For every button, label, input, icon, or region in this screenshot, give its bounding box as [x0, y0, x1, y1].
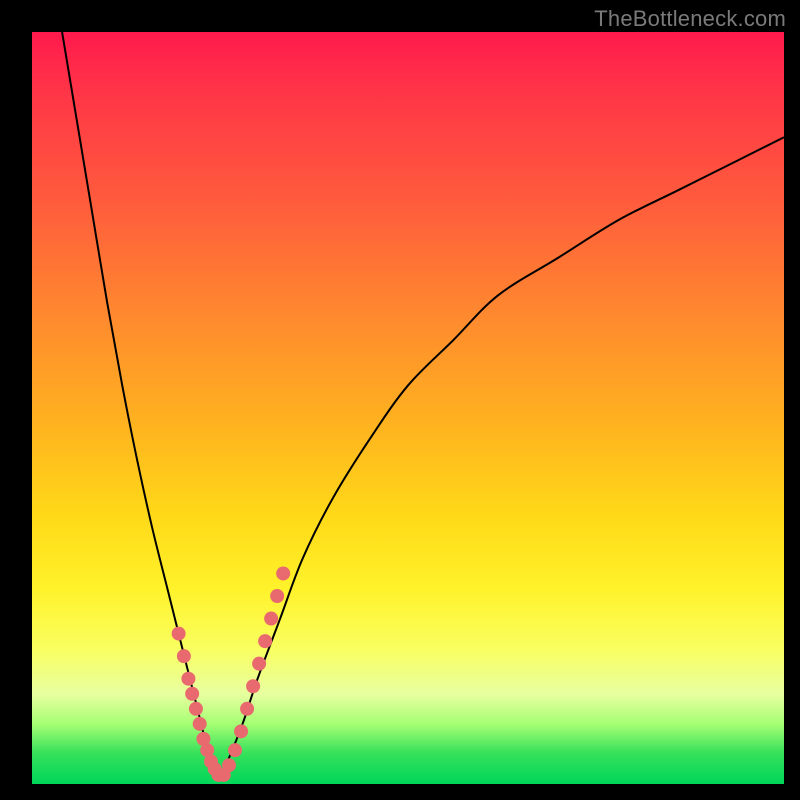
data-dot: [246, 679, 260, 693]
data-dot: [222, 758, 236, 772]
data-dot: [181, 672, 195, 686]
chart-frame: TheBottleneck.com: [0, 0, 800, 800]
watermark-text: TheBottleneck.com: [594, 6, 786, 32]
data-dot: [276, 566, 290, 580]
right-curve: [220, 137, 784, 776]
data-dot: [185, 687, 199, 701]
plot-area: [32, 32, 784, 784]
data-dot: [240, 702, 254, 716]
data-dot: [228, 743, 242, 757]
data-dot: [234, 724, 248, 738]
data-dot: [193, 717, 207, 731]
curve-layer: [32, 32, 784, 784]
data-dot: [189, 702, 203, 716]
data-dot: [258, 634, 272, 648]
left-curve: [62, 32, 220, 776]
highlight-dots: [172, 566, 291, 782]
data-dot: [177, 649, 191, 663]
data-dot: [252, 657, 266, 671]
data-dot: [264, 612, 278, 626]
data-dot: [270, 589, 284, 603]
data-dot: [172, 627, 186, 641]
